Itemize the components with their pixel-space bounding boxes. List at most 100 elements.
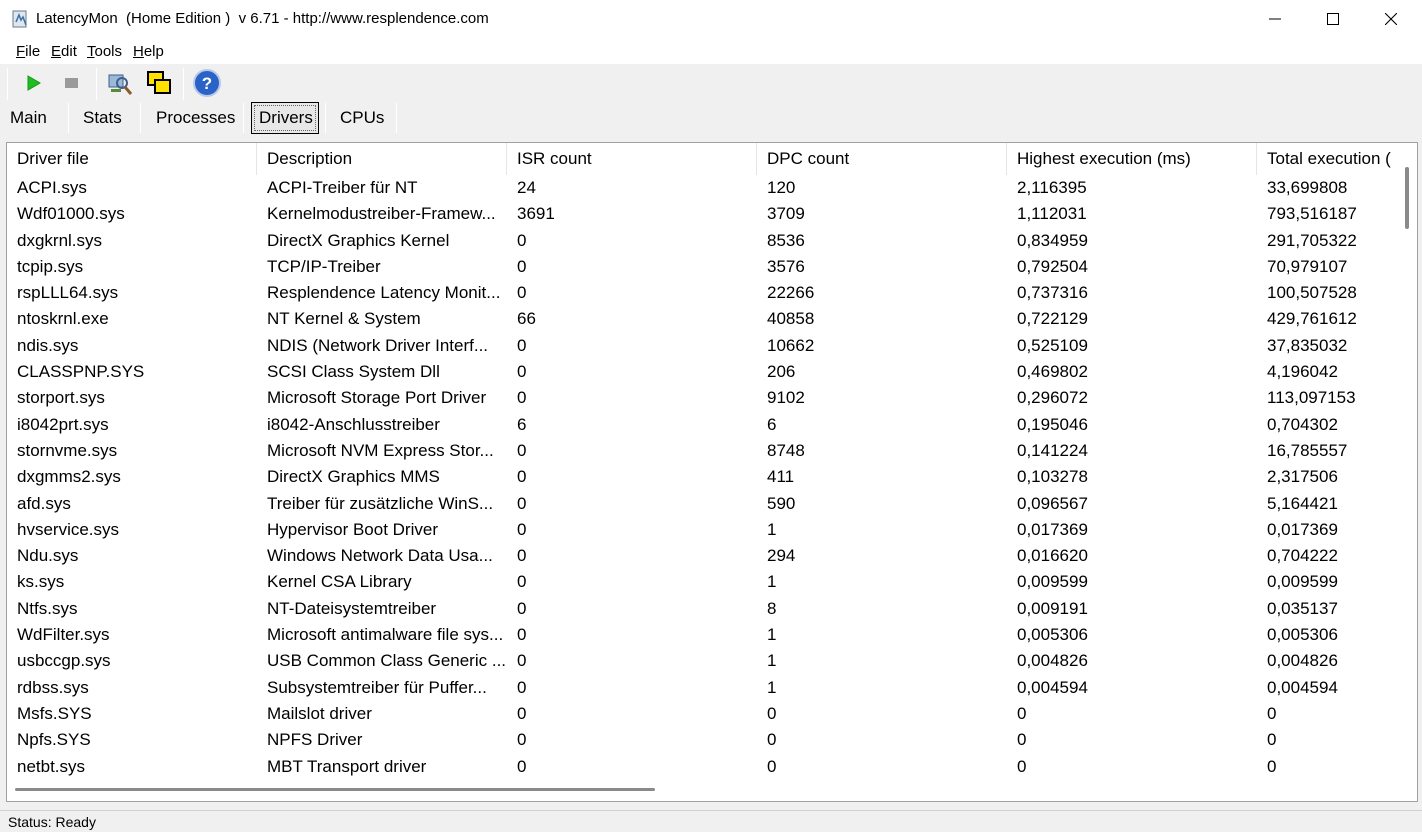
table-row[interactable]: tcpip.sys TCP/IP-Treiber 0 3576 0,792504 70,9… xyxy=(7,254,1417,280)
tab-separator xyxy=(68,103,69,133)
table-row[interactable]: rdbss.sys Subsystemtreiber für Puffer... 0… xyxy=(7,675,1417,701)
table-row[interactable]: rspLLL64.sys Resplendence Latency Monit..… xyxy=(7,280,1417,306)
cell-dpc-count: 9102 xyxy=(767,388,805,408)
tab-main[interactable]: Main xyxy=(10,102,47,134)
cell-total-execution: 0,704302 xyxy=(1267,414,1338,434)
table-row[interactable]: storport.sys Microsoft Storage Port Drive… xyxy=(7,385,1417,411)
cell-driver-file: Npfs.SYS xyxy=(17,730,91,750)
help-button[interactable]: ? xyxy=(192,68,222,98)
cell-isr-count: 0 xyxy=(517,335,527,355)
cell-driver-file: Msfs.SYS xyxy=(17,703,92,723)
vertical-scroll-thumb[interactable] xyxy=(1405,167,1409,229)
menu-file[interactable]: File xyxy=(16,43,40,60)
menu-help[interactable]: Help xyxy=(133,43,164,60)
play-icon xyxy=(27,75,41,91)
cell-description: NPFS Driver xyxy=(267,730,363,750)
table-row[interactable]: ndis.sys NDIS (Network Driver Interf... 0 1… xyxy=(7,333,1417,359)
tab-drivers[interactable]: Drivers xyxy=(259,102,313,134)
table-row[interactable]: dxgmms2.sys DirectX Graphics MMS 0 411 0,103… xyxy=(7,464,1417,490)
column-header-driver-file[interactable]: Driver file xyxy=(7,143,257,175)
cell-description: Microsoft NVM Express Stor... xyxy=(267,440,494,460)
menu-edit[interactable]: Edit xyxy=(51,43,77,60)
tab-cpus[interactable]: CPUs xyxy=(340,102,384,134)
cell-description: NT-Dateisystemtreiber xyxy=(267,598,437,618)
cell-description: i8042-Anschlusstreiber xyxy=(267,414,440,434)
table-row[interactable]: hvservice.sys Hypervisor Boot Driver 0 1 0,0… xyxy=(7,517,1417,543)
window-title: LatencyMon (Home Edition ) v 6.71 - http… xyxy=(36,10,489,27)
cell-highest-execution: 0,737316 xyxy=(1017,283,1088,303)
cell-highest-execution: 0,103278 xyxy=(1017,467,1088,487)
tab-main-label: Main xyxy=(10,108,47,127)
cell-dpc-count: 8536 xyxy=(767,230,805,250)
table-row[interactable]: Ntfs.sys NT-Dateisystemtreiber 0 8 0,009191 0… xyxy=(7,596,1417,622)
table-row[interactable]: usbccgp.sys USB Common Class Generic ... 0… xyxy=(7,648,1417,674)
stop-button[interactable] xyxy=(56,68,86,98)
cell-dpc-count: 22266 xyxy=(767,283,815,303)
cell-isr-count: 0 xyxy=(517,625,527,645)
cell-total-execution: 291,705322 xyxy=(1267,230,1357,250)
cell-highest-execution: 0,195046 xyxy=(1017,414,1088,434)
cell-total-execution: 0 xyxy=(1267,703,1277,723)
cell-isr-count: 0 xyxy=(517,572,527,592)
table-row[interactable]: ks.sys Kernel CSA Library 0 1 0,009599 0,0095… xyxy=(7,569,1417,595)
column-header-total-execution[interactable]: Total execution ( xyxy=(1257,143,1401,175)
column-header-highest-execution[interactable]: Highest execution (ms) xyxy=(1007,143,1257,175)
cell-dpc-count: 411 xyxy=(767,467,795,487)
cell-driver-file: i8042prt.sys xyxy=(17,414,109,434)
cell-total-execution: 113,097153 xyxy=(1267,388,1356,408)
cell-description: Mailslot driver xyxy=(267,703,372,723)
menu-tools[interactable]: Tools xyxy=(87,43,122,60)
cell-dpc-count: 40858 xyxy=(767,309,815,329)
tab-stats-label: Stats xyxy=(83,108,122,127)
cell-isr-count: 0 xyxy=(517,677,527,697)
table-row[interactable]: WdFilter.sys Microsoft antimalware file s… xyxy=(7,622,1417,648)
table-row[interactable]: netbt.sys MBT Transport driver 0 0 0 0 xyxy=(7,754,1417,780)
cell-isr-count: 0 xyxy=(517,730,527,750)
cell-highest-execution: 2,116395 xyxy=(1017,178,1087,197)
cell-highest-execution: 0,005306 xyxy=(1017,625,1088,645)
table-row[interactable]: CLASSPNP.SYS SCSI Class System Dll 0 206 0,4… xyxy=(7,359,1417,385)
maximize-button[interactable] xyxy=(1304,0,1362,38)
table-row[interactable]: Ndu.sys Windows Network Data Usa... 0 294 0,… xyxy=(7,543,1417,569)
analyze-button[interactable] xyxy=(104,68,134,98)
cell-total-execution: 0 xyxy=(1267,730,1277,750)
cell-total-execution: 0,005306 xyxy=(1267,625,1338,645)
close-button[interactable] xyxy=(1362,0,1420,38)
table-row[interactable]: i8042prt.sys i8042-Anschlusstreiber 6 6 0,19… xyxy=(7,412,1417,438)
cell-description: TCP/IP-Treiber xyxy=(267,256,381,276)
tab-cpus-label: CPUs xyxy=(340,108,385,127)
horizontal-scrollbar[interactable] xyxy=(7,779,1401,801)
vertical-scrollbar[interactable] xyxy=(1401,143,1417,779)
start-button[interactable] xyxy=(18,68,48,98)
cell-driver-file: WdFilter.sys xyxy=(17,625,110,645)
table-row[interactable]: Npfs.SYS NPFS Driver 0 0 0 0 xyxy=(7,727,1417,753)
table-row[interactable]: dxgkrnl.sys DirectX Graphics Kernel 0 8536 0… xyxy=(7,228,1417,254)
table-row[interactable]: ACPI.sys ACPI-Treiber für NT 24 120 2,116395… xyxy=(7,175,1417,201)
cell-total-execution: 0,004594 xyxy=(1267,677,1338,697)
cell-total-execution: 37,835032 xyxy=(1267,335,1348,355)
drivers-list[interactable]: Driver file Description ISR count DPC co… xyxy=(6,142,1418,802)
horizontal-scroll-thumb[interactable] xyxy=(15,788,655,791)
cell-driver-file: dxgkrnl.sys xyxy=(17,230,103,250)
column-header-isr-count[interactable]: ISR count xyxy=(507,143,757,175)
column-header-dpc-count[interactable]: DPC count xyxy=(757,143,1007,175)
table-row[interactable]: Wdf01000.sys Kernelmodustreiber-Framew...… xyxy=(7,201,1417,227)
cell-total-execution: 0 xyxy=(1267,756,1277,776)
tab-processes[interactable]: Processes xyxy=(156,102,235,134)
cell-dpc-count: 1 xyxy=(767,572,777,592)
cell-dpc-count: 8748 xyxy=(767,440,805,460)
table-row[interactable]: Msfs.SYS Mailslot driver 0 0 0 0 xyxy=(7,701,1417,727)
table-row[interactable]: stornvme.sys Microsoft NVM Express Stor..… xyxy=(7,438,1417,464)
table-row[interactable]: ntoskrnl.exe NT Kernel & System 66 40858 0,7… xyxy=(7,306,1417,332)
cell-description: USB Common Class Generic ... xyxy=(267,651,507,671)
windows-button[interactable] xyxy=(144,68,174,98)
column-header-description[interactable]: Description xyxy=(257,143,507,175)
cell-dpc-count: 120 xyxy=(767,178,796,197)
cell-isr-count: 0 xyxy=(517,598,527,618)
cell-total-execution: 0,704222 xyxy=(1267,546,1338,566)
tab-stats[interactable]: Stats xyxy=(83,102,122,134)
cell-driver-file: ntoskrnl.exe xyxy=(17,309,109,329)
table-row[interactable]: afd.sys Treiber für zusätzliche WinS... 0 5… xyxy=(7,491,1417,517)
minimize-button[interactable] xyxy=(1246,0,1304,38)
tab-strip: Main Stats Processes Drivers CPUs xyxy=(0,100,1422,136)
